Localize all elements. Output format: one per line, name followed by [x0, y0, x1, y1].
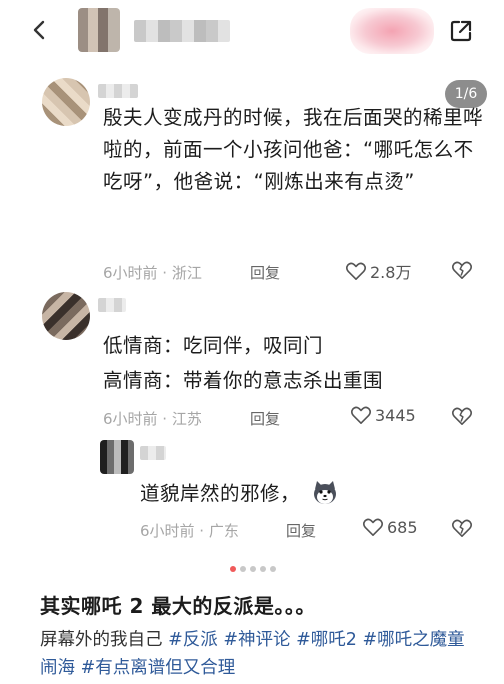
commenter-avatar[interactable] — [42, 78, 90, 126]
caption-text: 屏幕外的我自己 — [40, 630, 169, 650]
comment-text-line: 低情商：吃同伴，吸同门 — [103, 334, 324, 357]
like-button[interactable]: 685 — [362, 517, 418, 537]
husky-emoji-icon — [313, 481, 336, 504]
back-icon[interactable] — [28, 18, 52, 42]
hashtag-link[interactable]: #反派 — [168, 630, 218, 650]
author-name-blurred[interactable] — [134, 20, 230, 42]
comment-meta: 6小时前 · 广东 — [140, 522, 239, 540]
like-button[interactable]: 2.8万 — [345, 259, 411, 283]
author-avatar[interactable] — [78, 8, 120, 52]
heart-outline-icon — [345, 262, 367, 280]
broken-heart-icon[interactable] — [451, 406, 473, 426]
commenter-name-blurred[interactable] — [98, 298, 126, 312]
post-headline: 其实哪吒 2 最大的反派是。。。 — [40, 594, 316, 618]
reply-button[interactable]: 回复 — [250, 408, 280, 429]
heart-outline-icon — [350, 406, 372, 424]
comment-text: 殷夫人变成丹的时候，我在后面哭的稀里哗啦的，前面一个小孩问他爸：“哪吒怎么不吃呀… — [103, 106, 484, 193]
top-bar — [0, 0, 504, 64]
comment-text-body: 道貌岸然的邪修， — [140, 482, 301, 505]
comment-text: 道貌岸然的邪修， — [140, 478, 339, 510]
hashtag-link[interactable]: #哪吒2 — [296, 630, 357, 650]
carousel-dot[interactable] — [250, 566, 256, 572]
share-icon[interactable] — [448, 18, 474, 44]
carousel-dot[interactable] — [260, 566, 266, 572]
like-count: 685 — [387, 517, 418, 537]
broken-heart-icon[interactable] — [451, 260, 473, 280]
carousel-dot[interactable] — [270, 566, 276, 572]
like-button[interactable]: 3445 — [350, 405, 416, 425]
commenter-name-blurred[interactable] — [140, 446, 166, 460]
hashtag-link[interactable]: #神评论 — [223, 630, 290, 650]
comment-meta: 6小时前 · 浙江 — [103, 264, 202, 282]
comment-meta: 6小时前 · 江苏 — [103, 410, 202, 428]
like-count: 3445 — [375, 405, 416, 425]
post-caption: 屏幕外的我自己 #反派 #神评论 #哪吒2 #哪吒之魔童闹海 #有点离谱但又合理 — [40, 626, 480, 682]
carousel-dot[interactable] — [230, 566, 236, 572]
follow-button-blurred[interactable] — [350, 8, 434, 54]
commenter-avatar[interactable] — [42, 292, 90, 340]
reply-button[interactable]: 回复 — [250, 262, 280, 283]
like-count: 2.8万 — [370, 263, 412, 282]
commenter-name-blurred[interactable] — [98, 84, 138, 98]
hashtag-link[interactable]: #有点离谱但又合理 — [81, 658, 236, 678]
carousel-dots[interactable] — [230, 566, 276, 572]
broken-heart-icon[interactable] — [451, 518, 473, 538]
heart-outline-icon — [362, 518, 384, 536]
comment-text-line: 高情商：带着你的意志杀出重围 — [103, 369, 384, 392]
reply-button[interactable]: 回复 — [286, 520, 316, 541]
commenter-avatar[interactable] — [100, 440, 134, 474]
carousel-dot[interactable] — [240, 566, 246, 572]
